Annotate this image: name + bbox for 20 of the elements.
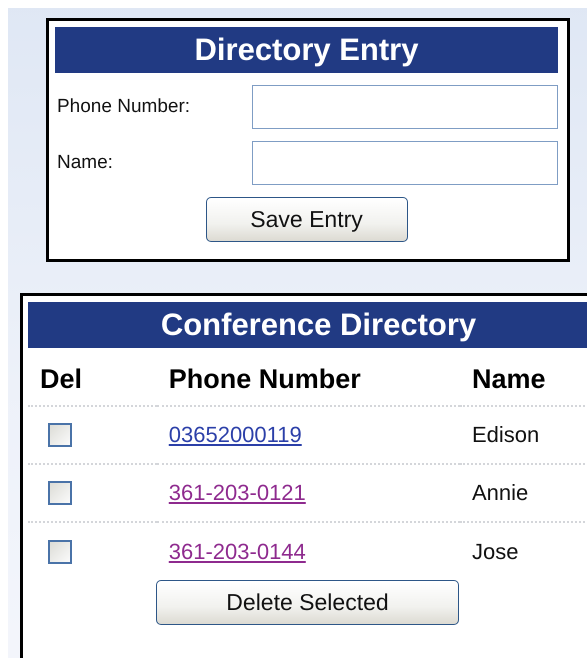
contact-name: Edison bbox=[472, 422, 540, 447]
phone-link[interactable]: 03652000119 bbox=[168, 422, 302, 447]
panel-title: Directory Entry bbox=[55, 27, 558, 73]
save-button[interactable]: Save Entry bbox=[206, 197, 408, 242]
column-header: Del bbox=[28, 356, 157, 406]
contact-name: Annie bbox=[472, 480, 528, 505]
field-label: Name: bbox=[56, 152, 114, 174]
delete-selected-button[interactable]: Delete Selected bbox=[156, 580, 459, 625]
checkbox[interactable] bbox=[48, 540, 72, 564]
field-label: Phone Number: bbox=[56, 96, 192, 118]
panel-title: Conference Directory bbox=[28, 302, 587, 348]
phone-link[interactable]: 361-203-0121 bbox=[168, 480, 306, 505]
input-field[interactable] bbox=[252, 141, 558, 185]
contact-name: Jose bbox=[472, 538, 518, 564]
column-header: Name bbox=[460, 356, 587, 406]
phone-link[interactable]: 361-203-0144 bbox=[168, 538, 306, 564]
column-header: Phone Number bbox=[156, 356, 460, 406]
input-field[interactable] bbox=[252, 85, 558, 129]
checkbox[interactable] bbox=[48, 423, 72, 447]
checkbox[interactable] bbox=[48, 481, 72, 505]
